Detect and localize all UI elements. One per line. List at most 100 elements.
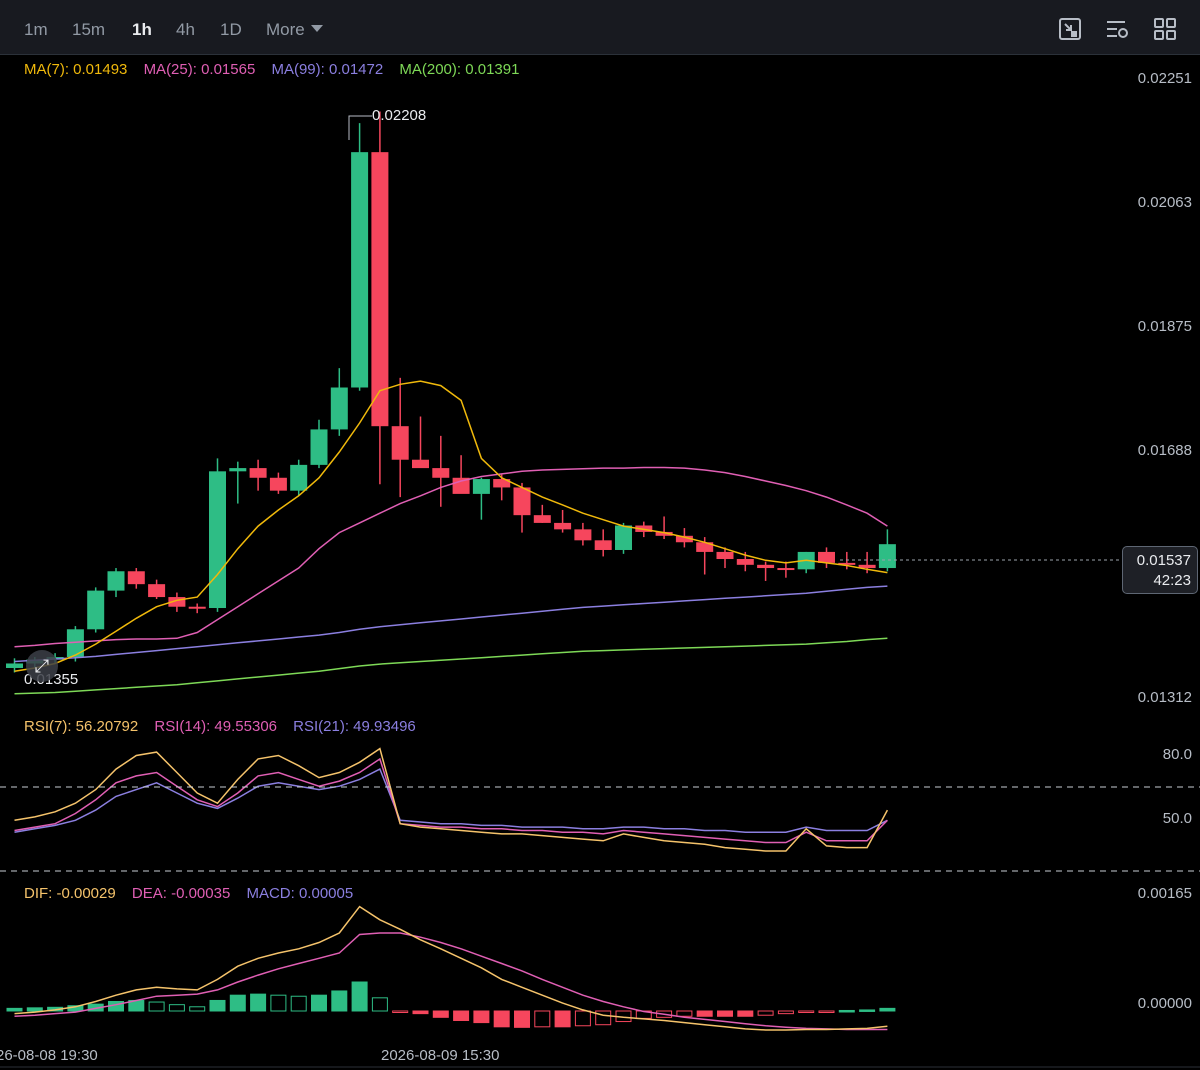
dif-line — [14, 905, 888, 1031]
candle-body — [412, 459, 429, 469]
ma25-legend: MA(25): 0.01565 — [143, 61, 256, 78]
dea-line — [14, 932, 888, 1031]
macd-histogram-bar — [453, 1010, 470, 1021]
macd-histogram-bar — [757, 1010, 774, 1016]
macd-histogram-bar — [676, 1010, 693, 1017]
price-chart-canvas[interactable] — [0, 0, 1200, 1070]
candle-body — [878, 544, 896, 569]
candle-body — [716, 551, 734, 560]
macd-histogram-bar — [270, 994, 287, 1012]
macd-histogram-bar — [311, 994, 327, 1012]
candle-body — [533, 515, 551, 523]
candle-body — [777, 568, 795, 571]
candle-body — [229, 468, 247, 472]
macd-histogram-bar — [6, 1007, 23, 1012]
ma7-legend: MA(7): 0.01493 — [24, 61, 128, 78]
current-price-tag: 0.01537 42:23 — [1122, 546, 1198, 594]
candle-body — [594, 540, 612, 550]
candle-body — [615, 525, 632, 550]
candle-body — [391, 426, 409, 460]
macd-histogram-bar — [209, 999, 226, 1012]
macd-histogram-bar — [838, 1009, 855, 1013]
rsi-axis-tick: 50.0 — [1162, 810, 1192, 827]
macd-histogram-bar — [554, 1010, 571, 1028]
macd-layer — [6, 905, 896, 1031]
candle-body — [330, 387, 348, 430]
rsi21-line — [14, 768, 888, 833]
macd-histogram-bar — [798, 1010, 815, 1013]
expand-icon[interactable]: ⤢ — [26, 650, 58, 682]
candle-body — [188, 606, 206, 609]
macd-histogram-bar — [879, 1007, 896, 1012]
macd-axis-tick: 0.00000 — [1137, 995, 1192, 1012]
candle-body — [554, 522, 572, 530]
macd-histogram-bar — [473, 1010, 490, 1024]
macd-histogram-bar — [859, 1009, 876, 1012]
current-price: 0.01537 — [1136, 552, 1191, 569]
price-axis-tick: 0.01312 — [1137, 689, 1192, 706]
macd-legend: DIF: -0.00029 DEA: -0.00035 MACD: 0.0000… — [24, 885, 365, 902]
candle-body — [290, 464, 308, 491]
macd-histogram-bar — [168, 1004, 185, 1012]
dea-legend: DEA: -0.00035 — [131, 885, 231, 902]
candle-body — [472, 479, 490, 494]
macd-histogram-bar — [514, 1010, 530, 1028]
ma99-legend: MA(99): 0.01472 — [271, 61, 384, 78]
macd-histogram-bar — [737, 1010, 754, 1017]
macd-histogram-bar — [534, 1010, 551, 1028]
rsi7-legend: RSI(7): 56.20792 — [24, 718, 139, 735]
ma99-line — [14, 585, 888, 663]
macd-histogram-bar — [26, 1007, 43, 1012]
macd-histogram-bar — [717, 1010, 733, 1017]
candle-body — [371, 152, 389, 427]
candle-countdown: 42:23 — [1153, 572, 1191, 589]
price-axis-tick: 0.01688 — [1137, 442, 1192, 459]
macd-histogram-bar — [371, 997, 388, 1012]
rsi-axis-tick: 80.0 — [1162, 746, 1192, 763]
candle-body — [818, 551, 835, 563]
macd-value-legend: MACD: 0.00005 — [246, 885, 354, 902]
price-axis-tick: 0.01875 — [1137, 318, 1192, 335]
candles-layer — [6, 111, 896, 673]
rsi-layer — [14, 747, 889, 852]
dif-legend: DIF: -0.00029 — [24, 885, 116, 902]
moving-averages-layer — [14, 380, 888, 695]
macd-histogram-bar — [777, 1010, 794, 1015]
macd-histogram-bar — [696, 1010, 713, 1017]
macd-histogram-bar — [412, 1010, 429, 1015]
macd-histogram-bar — [229, 994, 246, 1012]
macd-histogram-bar — [493, 1010, 510, 1028]
candle-body — [127, 571, 145, 585]
macd-histogram-bar — [432, 1010, 449, 1018]
ma200-line — [14, 637, 888, 695]
macd-histogram-bar — [148, 1001, 165, 1012]
macd-axis-tick: 0.00165 — [1137, 885, 1192, 902]
ma7-line — [14, 380, 888, 672]
candle-body — [87, 590, 105, 630]
candle-body — [757, 564, 775, 569]
macd-histogram-bar — [331, 990, 348, 1012]
candle-body — [6, 663, 23, 668]
price-axis-tick: 0.02063 — [1137, 194, 1192, 211]
candle-body — [107, 571, 125, 591]
candle-body — [574, 529, 592, 541]
rsi14-legend: RSI(14): 49.55306 — [154, 718, 277, 735]
macd-histogram-bar — [574, 1010, 591, 1027]
time-axis-label: 26-08-08 19:30 — [0, 1047, 98, 1064]
candle-body — [269, 477, 287, 491]
rsi-legend: RSI(7): 56.20792 RSI(14): 49.55306 RSI(2… — [24, 718, 428, 735]
ma200-legend: MA(200): 0.01391 — [399, 61, 520, 78]
ma-legend: MA(7): 0.01493 MA(25): 0.01565 MA(99): 0… — [24, 61, 531, 78]
macd-histogram-bar — [250, 993, 267, 1012]
candle-body — [249, 468, 267, 478]
macd-histogram-bar — [189, 1006, 206, 1012]
candle-body — [310, 429, 328, 465]
price-axis-tick: 0.02251 — [1137, 70, 1192, 87]
candle-body — [432, 468, 450, 478]
macd-histogram-bar — [818, 1010, 835, 1013]
candle-body — [148, 584, 166, 598]
high-price-marker: 0.02208 — [372, 107, 427, 124]
macd-histogram-bar — [351, 981, 368, 1012]
candle-body — [351, 152, 369, 388]
rsi21-legend: RSI(21): 49.93496 — [293, 718, 416, 735]
